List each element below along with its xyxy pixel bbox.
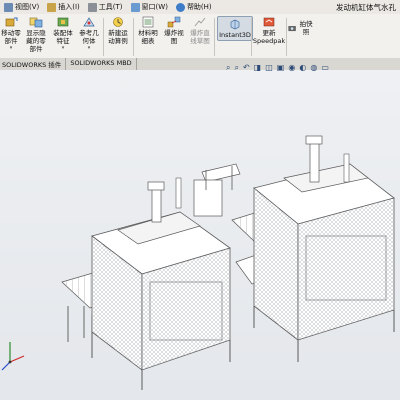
take-snapshot-icon (288, 25, 296, 31)
menu-insert[interactable]: 插入(I) (43, 2, 84, 12)
menu-insert-label: 插入(I) (58, 3, 80, 11)
menu-help[interactable]: 帮助(H) (172, 2, 216, 12)
view-settings-icon[interactable]: ▭ (321, 63, 329, 73)
new-motion-study-icon (113, 17, 123, 27)
take-snapshot-button[interactable]: 拍快照 (288, 20, 314, 36)
assembly-features-label-2: 特征 (56, 37, 70, 45)
graphics-viewport[interactable] (0, 70, 400, 400)
assembly-features-label-1: 装配体 (53, 29, 73, 37)
menu-help-label: 帮助(H) (186, 3, 212, 11)
display-style-icon[interactable]: ▣ (277, 63, 285, 73)
reference-geometry-icon (83, 17, 95, 27)
move-component-icon (5, 17, 18, 27)
explode-line-sketch-button[interactable]: 爆炸直 线草图 (188, 16, 212, 45)
right-machine-station (253, 135, 395, 362)
instant3d-button[interactable]: Instant3D (217, 16, 253, 41)
reference-geometry-button[interactable]: 参考几 何体 ▾ (78, 16, 100, 51)
reference-geometry-label-1: 参考几 (79, 29, 99, 37)
menu-bar: 视图(V) 插入(I) 工具(T) 窗口(W) 帮助(H) 发动机缸体气水孔 (0, 0, 400, 15)
explode-line-sketch-label-1: 爆炸直 (190, 29, 210, 37)
document-title: 发动机缸体气水孔 (336, 3, 396, 12)
section-view-icon[interactable]: ◨ (254, 63, 262, 73)
update-speedpak-label-1: 更新 (262, 29, 276, 37)
explode-line-sketch-label-2: 线草图 (190, 37, 210, 45)
menu-window-label: 窗口(W) (141, 3, 168, 11)
instant3d-icon (230, 19, 240, 30)
command-manager: 移动零 部件 ▾ 显示隐 藏的零 部件 装配体 特征 ▾ 参考几 何体 ▾ 新建… (0, 14, 400, 58)
zoom-to-fit-icon[interactable]: ⌕ (226, 63, 230, 73)
center-gantry (193, 163, 241, 217)
window-menu-icon (130, 2, 140, 12)
new-motion-study-label-2: 动算例 (108, 37, 128, 45)
menu-view-label: 视图(V) (15, 3, 40, 11)
menu-tools-label: 工具(T) (98, 3, 123, 11)
tab-solidworks-addins[interactable]: SOLIDWORKS 插件 (0, 58, 67, 70)
previous-view-icon[interactable]: ↶ (243, 63, 250, 73)
ribbon-separator (286, 18, 287, 56)
show-hidden-label-1: 显示隐 (26, 29, 46, 37)
bill-of-materials-button[interactable]: 材料明 细表 (136, 16, 160, 45)
chevron-down-icon[interactable]: ▾ (88, 45, 91, 51)
exploded-view-button[interactable]: 爆炸视 图 (162, 16, 186, 45)
move-component-button[interactable]: 移动零 部件 ▾ (0, 16, 22, 51)
bill-of-materials-label-2: 细表 (141, 37, 155, 45)
exploded-view-icon (167, 16, 181, 28)
menu-view[interactable]: 视图(V) (0, 2, 43, 12)
show-hidden-components-button[interactable]: 显示隐 藏的零 部件 (24, 16, 48, 53)
chevron-down-icon[interactable]: ▾ (10, 45, 13, 51)
bill-of-materials-icon (142, 16, 154, 28)
ribbon-separator (214, 18, 215, 56)
new-motion-study-button[interactable]: 新建运 动算例 (106, 16, 130, 45)
show-hidden-icon (29, 17, 43, 28)
apply-scene-icon[interactable]: ◍ (310, 63, 317, 73)
ribbon-separator (251, 18, 252, 56)
exploded-view-label-2: 图 (170, 37, 178, 45)
coordinate-triad (1, 342, 25, 371)
view-menu-icon (4, 2, 13, 12)
instant3d-label: Instant3D (219, 31, 251, 39)
insert-menu-icon (47, 2, 57, 12)
update-speedpak-label-2: Speedpak (252, 37, 286, 45)
view-orientation-icon[interactable]: ◫ (265, 63, 273, 73)
help-menu-icon (175, 2, 185, 12)
update-speedpak-button[interactable]: 更新 Speedpak (252, 16, 286, 45)
tools-menu-icon (87, 2, 97, 12)
heads-up-view-toolbar: ⌕ ⌕ ↶ ◨ ◫ ▣ ◉ ◐ ◍ ▭ (226, 62, 329, 74)
exploded-view-label-1: 爆炸视 (164, 29, 184, 37)
ribbon-separator (103, 18, 104, 56)
menu-tools[interactable]: 工具(T) (84, 2, 127, 12)
show-hidden-label-2: 藏的零 (26, 37, 46, 45)
new-motion-study-label-1: 新建运 (108, 29, 128, 37)
assembly-model[interactable] (0, 70, 400, 400)
chevron-down-icon[interactable]: ▾ (62, 45, 65, 51)
edit-appearance-icon[interactable]: ◐ (299, 63, 306, 73)
hide-show-items-icon[interactable]: ◉ (288, 63, 295, 73)
reference-geometry-label-2: 何体 (82, 37, 96, 45)
assembly-features-button[interactable]: 装配体 特征 ▾ (52, 16, 74, 51)
move-component-label-1: 移动零 (1, 29, 21, 37)
tab-solidworks-mbd[interactable]: SOLIDWORKS MBD (66, 58, 137, 70)
bill-of-materials-label-1: 材料明 (138, 29, 158, 37)
menu-window[interactable]: 窗口(W) (127, 2, 172, 12)
show-hidden-label-3: 部件 (29, 45, 43, 53)
move-component-label-2: 部件 (4, 37, 18, 45)
assembly-feature-icon (57, 17, 69, 27)
take-snapshot-label: 拍快照 (299, 20, 313, 36)
explode-line-sketch-icon (194, 17, 206, 27)
update-speedpak-icon (263, 17, 275, 27)
ribbon-separator (133, 18, 134, 56)
zoom-to-area-icon[interactable]: ⌕ (234, 63, 238, 73)
